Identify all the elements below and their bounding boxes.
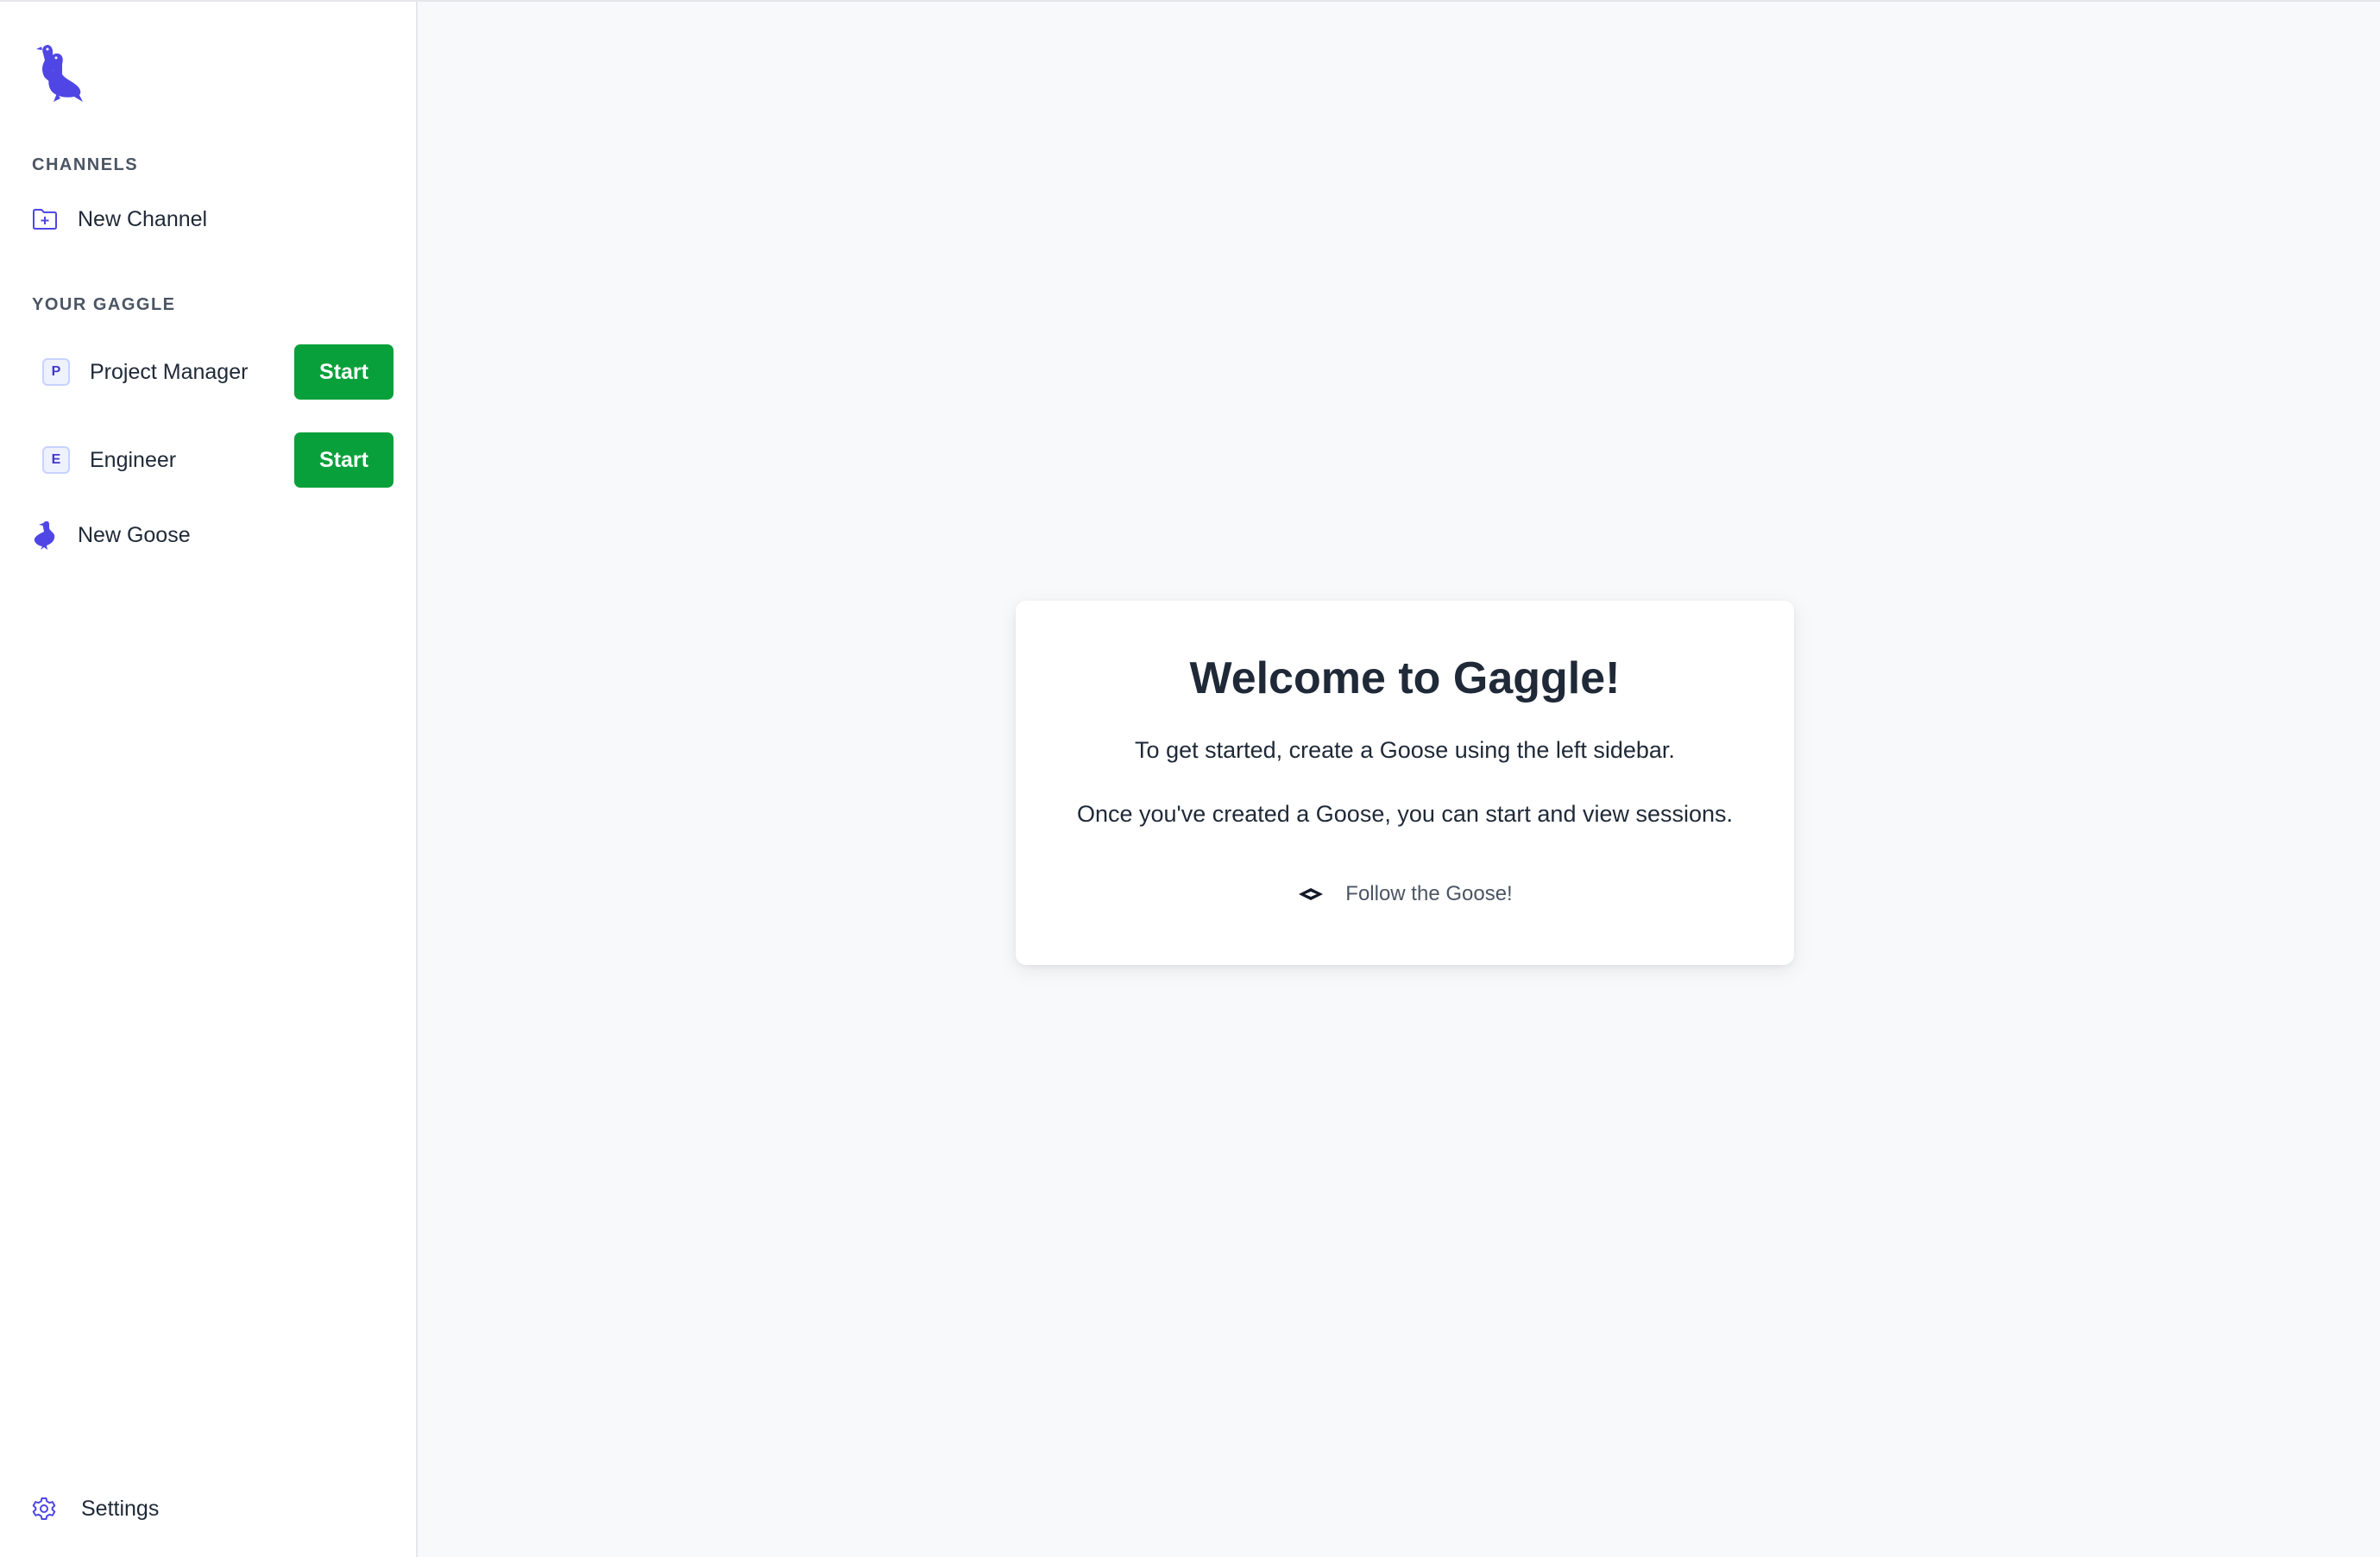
goose-initial-badge: P — [42, 358, 70, 386]
goose-name: Engineer — [90, 447, 177, 472]
new-channel-button[interactable]: New Channel — [31, 199, 207, 240]
your-gaggle-section-label: YOUR GAGGLE — [32, 295, 176, 314]
start-engineer-button[interactable]: Start — [294, 432, 394, 488]
welcome-title: Welcome to Gaggle! — [1189, 653, 1621, 703]
start-project-manager-button[interactable]: Start — [294, 344, 394, 400]
main-content: Welcome to Gaggle! To get started, creat… — [418, 2, 2380, 1557]
app-window: CHANNELS New Channel YOUR GAGGLE P Proje… — [0, 0, 2380, 1557]
goose-initial-badge: E — [42, 446, 70, 474]
gaggle-item-engineer[interactable]: E Engineer Start — [31, 432, 394, 489]
channels-section-label: CHANNELS — [32, 155, 139, 174]
welcome-instruction-text: To get started, create a Goose using the… — [1135, 737, 1675, 763]
new-goose-label: New Goose — [78, 522, 191, 547]
new-channel-label: New Channel — [78, 206, 208, 231]
welcome-sessions-text: Once you've created a Goose, you can sta… — [1076, 801, 1734, 827]
goose-icon — [31, 521, 59, 550]
gaggle-item-project-manager[interactable]: P Project Manager Start — [31, 344, 394, 400]
new-goose-button[interactable]: New Goose — [31, 514, 191, 556]
sidebar: CHANNELS New Channel YOUR GAGGLE P Proje… — [0, 2, 418, 1557]
follow-the-goose-label[interactable]: Follow the Goose! — [1345, 882, 1512, 906]
settings-label: Settings — [81, 1496, 160, 1521]
goose-name: Project Manager — [90, 359, 249, 384]
welcome-card: Welcome to Gaggle! To get started, creat… — [1016, 601, 1794, 965]
gaggle-logo-icon[interactable] — [31, 41, 85, 104]
diamond-arrows-icon — [1297, 884, 1325, 905]
gear-icon — [31, 1496, 57, 1522]
settings-button[interactable]: Settings — [31, 1488, 159, 1529]
follow-the-goose-link[interactable]: Follow the Goose! — [1016, 882, 1794, 906]
folder-plus-icon — [31, 205, 59, 233]
